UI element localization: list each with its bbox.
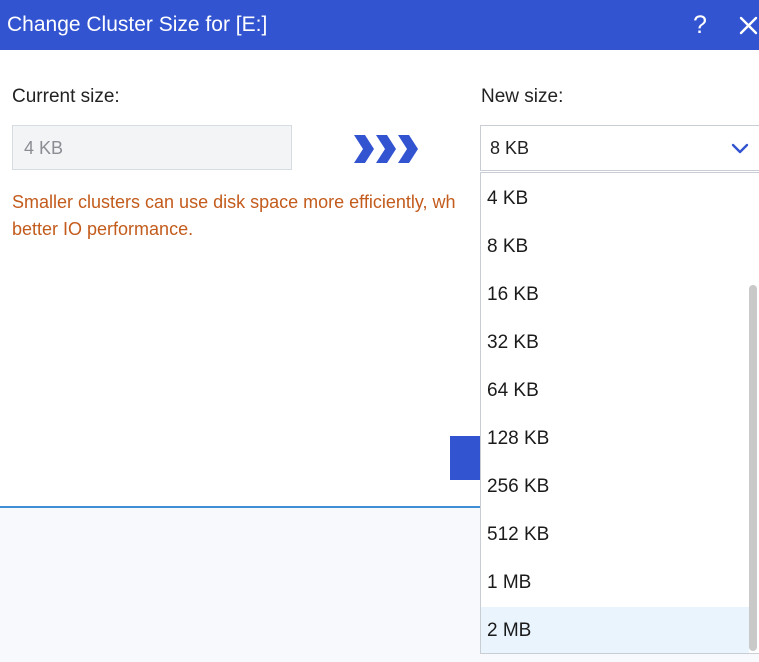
option-2mb[interactable]: 2 MB [481, 607, 749, 653]
arrows-right-icon [354, 135, 418, 163]
note-line-1: Smaller clusters can use disk space more… [12, 192, 456, 212]
current-size-field: 4 KB [12, 125, 292, 170]
option-64kb[interactable]: 64 KB [481, 367, 749, 415]
new-size-label: New size: [481, 86, 564, 107]
new-size-selected-value: 8 KB [490, 138, 530, 158]
option-128kb[interactable]: 128 KB [481, 415, 749, 463]
option-32kb[interactable]: 32 KB [481, 319, 749, 367]
option-1mb[interactable]: 1 MB [481, 559, 749, 607]
cluster-size-note: Smaller clusters can use disk space more… [12, 189, 482, 243]
new-size-select[interactable]: 8 KB [480, 125, 759, 171]
dropdown-scrollbar-thumb[interactable] [749, 285, 757, 651]
option-8kb[interactable]: 8 KB [481, 223, 749, 271]
help-button[interactable]: ? [688, 8, 712, 42]
option-512kb[interactable]: 512 KB [481, 511, 749, 559]
close-icon[interactable] [736, 10, 759, 40]
chevron-down-icon [731, 143, 749, 154]
current-size-value: 4 KB [24, 138, 64, 158]
dialog-title: Change Cluster Size for [E:] [7, 13, 268, 36]
new-size-dropdown-list[interactable]: 4 KB 8 KB 16 KB 32 KB 64 KB 128 KB 256 K… [480, 172, 759, 654]
option-256kb[interactable]: 256 KB [481, 463, 749, 511]
current-size-label: Current size: [12, 86, 120, 107]
note-line-2: better IO performance. [12, 219, 194, 239]
title-bar: Change Cluster Size for [E:] ? [0, 0, 759, 50]
option-4kb[interactable]: 4 KB [481, 175, 749, 223]
change-cluster-size-dialog: Change Cluster Size for [E:] ? Current s… [0, 0, 759, 662]
option-16kb[interactable]: 16 KB [481, 271, 749, 319]
